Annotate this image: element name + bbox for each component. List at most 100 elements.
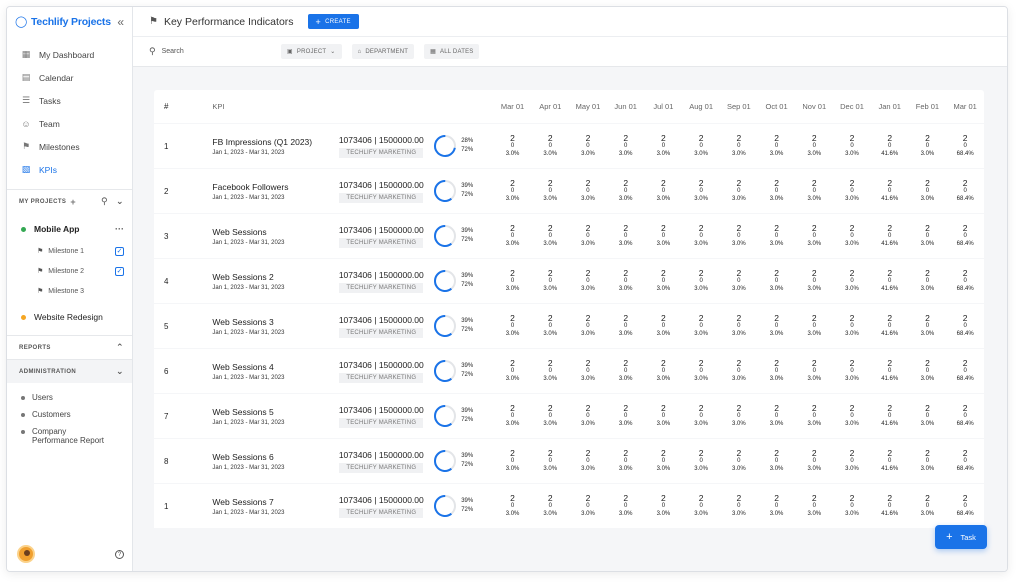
collapse-sidebar-icon[interactable]: « [117,15,124,29]
month-value: 2 [585,403,591,413]
milestone-item[interactable]: ⚑ Milestone 1 ✓ [7,241,132,261]
month-percent: 3.0% [920,196,935,202]
month-cell: 2 0 3.0% [645,404,683,428]
nav-item-my-dashboard[interactable]: ▦ My Dashboard [7,43,132,66]
month-subvalue: 0 [586,323,590,329]
kpi-date-range: Jan 1, 2023 - Mar 31, 2023 [212,194,285,201]
table-row[interactable]: 5 Web Sessions 3 Jan 1, 2023 - Mar 31, 202… [154,304,984,348]
checkbox-icon[interactable]: ✓ [115,266,124,276]
nav-item-milestones[interactable]: ⚑ Milestones [7,135,132,158]
month-subvalue: 0 [510,143,515,149]
month-percent: 3.0% [845,286,859,292]
progress-ring [434,315,457,337]
search-projects-icon[interactable]: ⚲ [101,196,108,207]
help-icon[interactable]: ? [115,549,124,559]
month-value: 2 [547,268,553,278]
kpi-name[interactable]: Facebook Followers [212,182,336,192]
kpi-name[interactable]: FB Impressions (Q1 2023) [212,137,336,147]
month-subvalue: 0 [963,368,967,374]
chevron-up-icon[interactable]: ⌃ [116,342,124,353]
month-value: 2 [774,448,779,458]
month-percent: 68.4% [956,241,974,247]
project-filter[interactable]: ▣ PROJECT ⌄ [281,44,342,59]
project-label: Website Redesign [34,312,103,322]
table-row[interactable]: 2 Facebook Followers Jan 1, 2023 - Mar 31,… [154,169,984,213]
month-value: 2 [585,268,591,278]
month-percent: 3.0% [694,511,708,517]
month-value: 2 [925,493,930,503]
month-subvalue: 0 [737,323,741,329]
kpi-name[interactable]: Web Sessions 2 [212,272,336,282]
month-value: 2 [811,448,817,458]
month-percent: 3.0% [769,286,784,292]
avatar[interactable] [17,545,35,563]
month-percent: 3.0% [769,151,784,157]
table-row[interactable]: 4 Web Sessions 2 Jan 1, 2023 - Mar 31, 202… [154,259,984,303]
table-row[interactable]: 8 Web Sessions 6 Jan 1, 2023 - Mar 31, 202… [154,439,984,483]
add-task-button[interactable]: + Task [935,525,987,549]
date-filter[interactable]: ▦ ALL DATES [424,44,480,59]
milestone-item[interactable]: ⚑ Milestone 3 [7,281,132,301]
month-cell: 2 0 3.0% [645,134,683,158]
kpi-name[interactable]: Web Sessions 4 [212,362,336,372]
checkbox-icon[interactable]: ✓ [115,246,124,256]
project-item-mobile-app[interactable]: Mobile App ··· [7,217,132,241]
table-row[interactable]: 1 FB Impressions (Q1 2023) Jan 1, 2023 - M… [154,124,984,168]
month-percent: 41.6% [881,196,899,202]
kpi-name[interactable]: Web Sessions 3 [212,317,336,327]
admin-item-users[interactable]: Users [7,389,132,406]
table-row[interactable]: 1 Web Sessions 7 Jan 1, 2023 - Mar 31, 202… [154,484,984,528]
flag-icon: ⚑ [21,141,31,151]
month-subvalue: 0 [624,188,628,194]
project-item-website-redesign[interactable]: Website Redesign [7,305,132,329]
table-header: # KPI Mar 01 Apr 01 May 01 Jun 01 Jul 01 Aug … [154,90,984,123]
kpi-name[interactable]: Web Sessions 6 [212,452,336,462]
department-badge: TECHLIFY MARKETING [339,327,424,338]
kpi-name[interactable]: Web Sessions 5 [212,407,336,417]
search-input[interactable]: ⚲ Search [149,46,281,57]
add-project-icon[interactable]: + [70,197,76,207]
kpi-name[interactable]: Web Sessions 7 [212,497,336,507]
month-value: 2 [736,268,742,278]
milestone-item[interactable]: ⚑ Milestone 2 ✓ [7,261,132,281]
month-value: 2 [698,358,704,368]
nav-item-kpis[interactable]: ▧ KPIs [7,158,132,181]
nav-item-tasks[interactable]: ☰ Tasks [7,89,132,112]
month-cell: 2 0 68.4% [946,134,984,158]
admin-item-company[interactable]: Company Performance Report [7,423,132,449]
chevron-down-icon[interactable]: ⌄ [116,366,124,377]
brand[interactable]: ◯ Techlify Projects « [7,7,132,37]
month-value: 2 [547,403,553,413]
table-row[interactable]: 3 Web Sessions Jan 1, 2023 - Mar 31, 2023 1… [154,214,984,258]
progress-percent-b: 72% [461,237,474,243]
department-filter[interactable]: ⌂ DEPARTMENT [351,44,415,59]
table-row[interactable]: 6 Web Sessions 4 Jan 1, 2023 - Mar 31, 202… [154,349,984,393]
month-subvalue: 0 [661,188,666,194]
kpi-value: 1073406 | 1500000.00 [338,224,424,235]
table-row[interactable]: 7 Web Sessions 5 Jan 1, 2023 - Mar 31, 202… [154,394,984,438]
month-value: 2 [510,403,515,413]
administration-header[interactable]: ADMINISTRATION ⌄ [7,359,132,383]
kpi-value: 1073406 | 1500000.00 [338,404,424,415]
month-percent: 3.0% [581,376,595,382]
create-button[interactable]: + CREATE [307,14,359,29]
chevron-down-icon[interactable]: ⌄ [116,196,124,207]
month-cell: 2 0 3.0% [720,404,758,428]
month-subvalue: 0 [624,233,628,239]
more-icon[interactable]: ··· [115,224,124,234]
milestone-label: Milestone 1 [48,247,85,255]
month-percent: 3.0% [618,466,633,472]
reports-header[interactable]: REPORTS ⌃ [7,335,132,359]
month-value: 2 [585,133,591,143]
month-percent: 3.0% [694,286,708,292]
month-value: 2 [887,493,893,503]
admin-item-customers[interactable]: Customers [7,406,132,423]
nav-item-team[interactable]: ☺ Team [7,112,132,135]
nav-item-calendar[interactable]: ▤ Calendar [7,66,132,89]
kpi-name[interactable]: Web Sessions [212,227,336,237]
nav-item-label: Milestones [39,141,80,152]
month-subvalue: 0 [888,368,892,374]
row-number: 1 [164,501,169,511]
month-subvalue: 0 [661,233,666,239]
progress-ring-cell: 39% 72% [432,448,493,474]
